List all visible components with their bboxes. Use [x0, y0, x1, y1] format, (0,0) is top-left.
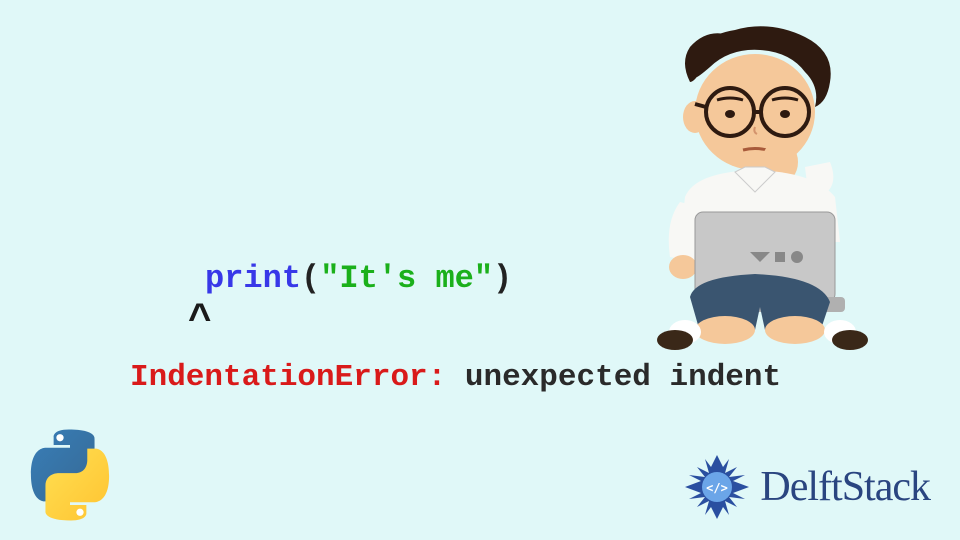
error-name: IndentationError:	[130, 360, 446, 395]
delftstack-emblem-icon: </>	[682, 452, 752, 522]
boy-with-laptop-illustration	[595, 12, 905, 357]
delftstack-brand-text: DelftStack	[760, 463, 930, 511]
error-line: IndentationError: unexpected indent	[130, 360, 781, 395]
string-literal: "It's me"	[320, 260, 493, 297]
close-paren: )	[493, 260, 512, 297]
python-logo-icon	[20, 425, 120, 530]
svg-text:</>: </>	[707, 481, 729, 495]
open-paren: (	[301, 260, 320, 297]
delftstack-logo: </> DelftStack	[682, 452, 930, 522]
error-message: unexpected indent	[446, 360, 781, 395]
print-keyword: print	[205, 260, 301, 297]
